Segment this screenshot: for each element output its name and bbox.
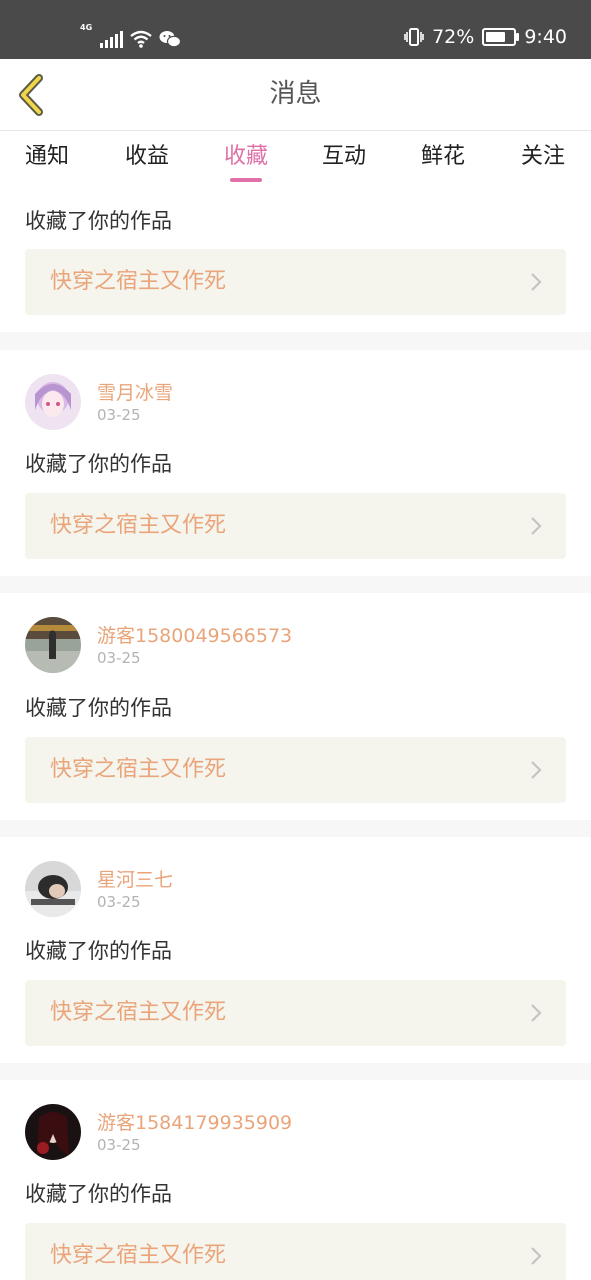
work-title: 快穿之宿主又作死 [50, 757, 227, 782]
work-title: 快穿之宿主又作死 [50, 1243, 227, 1268]
network-type: 4G [80, 23, 93, 32]
page-title: 消息 [269, 79, 322, 109]
user-row: 星河三七 03-25 [25, 861, 545, 917]
user-row: 雪月冰雪 03-25 [25, 374, 545, 430]
tab-label: 通知 [24, 144, 70, 169]
active-tab-indicator [229, 178, 262, 182]
battery-icon [482, 28, 520, 46]
user-row: 游客1580049566573 03-25 [25, 617, 545, 673]
battery-fill [486, 32, 506, 42]
username[interactable]: 游客1580049566573 [97, 621, 292, 648]
avatar[interactable] [25, 1104, 81, 1160]
username[interactable]: 雪月冰雪 [97, 378, 173, 405]
avatar[interactable] [25, 374, 81, 430]
notification-card: 游客1584179935909 03-25 收藏了你的作品 快穿之宿主又作死 [0, 1080, 591, 1280]
timestamp: 03-25 [97, 893, 141, 911]
tab-following[interactable]: 关注 [521, 131, 565, 185]
vibrate-icon [404, 28, 424, 46]
work-link[interactable]: 快穿之宿主又作死 [25, 249, 566, 315]
work-title: 快穿之宿主又作死 [50, 1000, 227, 1025]
chevron-right-icon [531, 761, 542, 779]
chevron-right-icon [531, 517, 542, 535]
chevron-right-icon [531, 1247, 542, 1265]
wifi-icon [130, 30, 152, 48]
username[interactable]: 游客1584179935909 [97, 1108, 292, 1135]
work-link[interactable]: 快穿之宿主又作死 [25, 980, 566, 1046]
tab-label: 关注 [520, 144, 566, 169]
work-title: 快穿之宿主又作死 [50, 513, 227, 538]
action-text: 收藏了你的作品 [25, 1182, 172, 1206]
tab-label: 鲜花 [420, 144, 466, 169]
avatar[interactable] [25, 861, 81, 917]
notification-list[interactable]: 收藏了你的作品 快穿之宿主又作死 雪月冰雪 03-25 收藏了你的作品 快穿之宿… [0, 185, 591, 1280]
action-text: 收藏了你的作品 [25, 939, 172, 963]
tab-earnings[interactable]: 收益 [125, 131, 169, 185]
clock: 9:40 [524, 26, 567, 48]
chevron-right-icon [531, 1004, 542, 1022]
chevron-right-icon [531, 273, 542, 291]
tab-label: 互动 [321, 144, 367, 169]
notification-card: 收藏了你的作品 快穿之宿主又作死 [0, 185, 591, 332]
battery-percent: 72% [432, 26, 475, 48]
tab-notice[interactable]: 通知 [25, 131, 69, 185]
work-link[interactable]: 快穿之宿主又作死 [25, 493, 566, 559]
username[interactable]: 星河三七 [97, 865, 173, 892]
header: 消息 [0, 59, 591, 131]
timestamp: 03-25 [97, 406, 141, 424]
work-link[interactable]: 快穿之宿主又作死 [25, 1223, 566, 1280]
tab-bar: 通知 收益 收藏 互动 鲜花 关注 [0, 131, 591, 185]
tab-interactions[interactable]: 互动 [322, 131, 366, 185]
work-title: 快穿之宿主又作死 [50, 269, 227, 294]
tab-label: 收藏 [223, 144, 269, 169]
tab-favorites[interactable]: 收藏 [224, 131, 268, 185]
notification-card: 雪月冰雪 03-25 收藏了你的作品 快穿之宿主又作死 [0, 350, 591, 576]
tab-label: 收益 [124, 144, 170, 169]
user-row: 游客1584179935909 03-25 [25, 1104, 545, 1160]
notification-card: 游客1580049566573 03-25 收藏了你的作品 快穿之宿主又作死 [0, 593, 591, 820]
signal-icon [100, 30, 124, 48]
work-link[interactable]: 快穿之宿主又作死 [25, 737, 566, 803]
action-text: 收藏了你的作品 [25, 209, 172, 233]
wechat-icon [159, 31, 182, 48]
tab-flowers[interactable]: 鲜花 [421, 131, 465, 185]
timestamp: 03-25 [97, 1136, 141, 1154]
timestamp: 03-25 [97, 649, 141, 667]
status-bar: 4G 72% 9:40 [0, 0, 591, 59]
avatar[interactable] [25, 617, 81, 673]
action-text: 收藏了你的作品 [25, 696, 172, 720]
status-left: 4G [80, 23, 182, 48]
notification-card: 星河三七 03-25 收藏了你的作品 快穿之宿主又作死 [0, 837, 591, 1063]
status-right: 72% 9:40 [404, 26, 567, 48]
action-text: 收藏了你的作品 [25, 452, 172, 476]
